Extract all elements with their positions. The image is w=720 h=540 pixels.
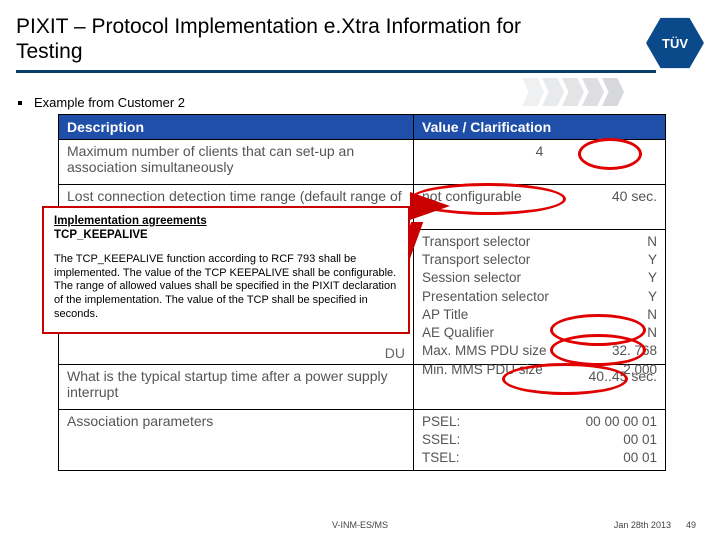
item-val: N <box>647 324 657 342</box>
footer-date: Jan 28th 2013 <box>614 520 671 530</box>
cell-value: PSEL: 00 00 00 01 SSEL: 00 01 TSEL: 00 01 <box>414 410 665 470</box>
list-item: Presentation selector Y <box>422 288 657 306</box>
item-val: Y <box>648 288 657 306</box>
tuv-logo-text: TÜV <box>662 36 688 51</box>
highlight-circle-icon <box>578 138 642 170</box>
header-description: Description <box>59 115 414 139</box>
cell-value: Transport selectorN Transport selectorY … <box>414 230 665 364</box>
bullet-text: Example from Customer 2 <box>34 95 185 110</box>
chevron-icon <box>602 78 624 106</box>
page-title: PIXIT – Protocol Implementation e.Xtra I… <box>16 14 576 64</box>
footer-center: V-INM-ES/MS <box>332 520 388 530</box>
cell-value: 40..45 sec. <box>414 365 665 409</box>
callout-box: Implementation agreements TCP_KEEPALIVE … <box>42 206 410 334</box>
list-item: SSEL: 00 01 <box>422 431 657 449</box>
item-val: 00 01 <box>623 431 657 449</box>
table-row: Association parameters PSEL: 00 00 00 01 … <box>58 410 666 471</box>
callout-body: The TCP_KEEPALIVE function according to … <box>54 253 398 322</box>
chevron-strip-icon <box>524 78 624 106</box>
item-val: 00 01 <box>623 449 657 467</box>
highlight-circle-icon <box>550 334 646 366</box>
cell-description: What is the typical startup time after a… <box>59 365 414 409</box>
item-val: N <box>647 306 657 324</box>
callout-subtitle: TCP_KEEPALIVE <box>54 228 398 242</box>
value-text: 4 <box>536 143 544 159</box>
list-item: TSEL: 00 01 <box>422 449 657 467</box>
item-key: Transport selector <box>422 233 530 251</box>
cell-value: not configurable 40 sec. <box>414 185 665 229</box>
chevron-icon <box>542 78 564 106</box>
footer-page: 49 <box>686 520 696 530</box>
cell-description: Maximum number of clients that can set-u… <box>59 140 414 184</box>
item-val: N <box>647 233 657 251</box>
list-item: Transport selector Y <box>422 251 657 269</box>
item-val: Y <box>648 269 657 287</box>
table-row: What is the typical startup time after a… <box>58 365 666 410</box>
hidden-fragment: DU <box>385 345 405 361</box>
tuv-logo: TÜV <box>646 14 702 70</box>
item-key: Transport selector <box>422 251 530 269</box>
footer-right: Jan 28th 2013 49 <box>614 520 696 530</box>
table-header-row: Description Value / Clarification <box>58 114 666 140</box>
chevron-icon <box>582 78 604 106</box>
item-key: TSEL: <box>422 449 460 467</box>
header-value: Value / Clarification <box>414 115 665 139</box>
item-key: PSEL: <box>422 413 460 431</box>
bullet-dot-icon <box>18 101 22 105</box>
highlight-circle-icon <box>502 363 628 395</box>
item-key: AP Title <box>422 306 468 324</box>
list-item: Session selector Y <box>422 269 657 287</box>
footer: V-INM-ES/MS Jan 28th 2013 49 <box>0 520 720 530</box>
callout-arrow-icon <box>410 192 450 220</box>
item-key: Session selector <box>422 269 521 287</box>
callout-title: Implementation agreements <box>54 214 398 228</box>
item-key: Max. MMS PDU size <box>422 342 547 360</box>
item-key: AE Qualifier <box>422 324 494 342</box>
slide: TÜV PIXIT – Protocol Implementation e.Xt… <box>0 0 720 540</box>
chevron-icon <box>562 78 584 106</box>
chevron-icon <box>522 78 544 106</box>
tuv-logo-hex: TÜV <box>646 14 704 72</box>
cell-value: 4 <box>414 140 665 184</box>
cell-description: Association parameters <box>59 410 414 470</box>
list-item: Transport selector N <box>422 233 657 251</box>
title-underline <box>16 70 656 73</box>
item-val: Y <box>648 251 657 269</box>
item-key: SSEL: <box>422 431 460 449</box>
value-right: 40 sec. <box>612 188 657 226</box>
item-val: 00 00 00 01 <box>586 413 657 431</box>
list-item: PSEL: 00 00 00 01 <box>422 413 657 431</box>
item-key: Presentation selector <box>422 288 549 306</box>
table-row: Maximum number of clients that can set-u… <box>58 140 666 185</box>
